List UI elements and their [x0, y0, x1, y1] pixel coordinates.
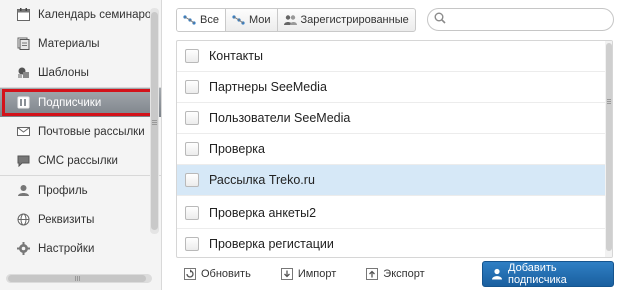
sidebar-item-label: Настройки — [38, 242, 95, 255]
import-icon — [280, 268, 293, 280]
sidebar-scrollbar-thumb[interactable] — [151, 12, 158, 230]
sidebar: Календарь семинаров Материалы Шаблоны По… — [0, 0, 162, 290]
list-item-label: Проверка анкеты2 — [209, 206, 317, 220]
sidebar-item-mail[interactable]: Почтовые рассылки — [0, 117, 161, 146]
tab-label: Зарегистрированные — [300, 14, 409, 26]
scrollbar-grip-icon — [75, 276, 76, 281]
templates-icon — [16, 66, 30, 80]
sidebar-item-requisites[interactable]: Реквизиты — [0, 205, 161, 234]
scrollbar-grip-icon — [607, 99, 611, 100]
list-item-selected[interactable]: Рассылка Treko.ru — [177, 165, 605, 196]
list-item-label: Рассылка Treko.ru — [209, 173, 315, 187]
sidebar-item-label: Шаблоны — [38, 66, 89, 79]
add-user-icon — [491, 268, 503, 280]
users-icon — [283, 14, 297, 26]
sidebar-item-subscribers[interactable]: Подписчики — [0, 88, 161, 117]
list-item[interactable]: Пользователи SeeMedia — [177, 103, 605, 134]
export-label: Экспорт — [383, 268, 425, 280]
list-item-label: Контакты — [209, 49, 263, 63]
materials-icon — [16, 37, 30, 51]
sidebar-item-label: Материалы — [38, 37, 100, 50]
sidebar-item-profile[interactable]: Профиль — [0, 176, 161, 205]
nav-group-seminars: Календарь семинаров Материалы Шаблоны — [0, 0, 161, 88]
list-item[interactable]: Проверка анкеты2 — [177, 198, 605, 229]
user-icon — [16, 184, 30, 198]
row-checkbox[interactable] — [185, 173, 199, 187]
gear-icon — [16, 242, 30, 256]
refresh-label: Обновить — [201, 268, 251, 280]
nav-group-mailing: Подписчики Почтовые рассылки СМС рассылк… — [0, 88, 161, 176]
row-checkbox[interactable] — [185, 80, 199, 94]
sidebar-item-materials[interactable]: Материалы — [0, 29, 161, 58]
sidebar-item-label: СМС рассылки — [38, 154, 118, 167]
sidebar-item-label: Реквизиты — [38, 213, 95, 226]
search-icon — [434, 11, 446, 29]
search-input[interactable] — [450, 13, 600, 26]
list-item[interactable]: Проверка регистации — [177, 229, 605, 257]
sidebar-item-label: Календарь семинаров — [38, 8, 158, 21]
calendar-icon — [16, 8, 30, 22]
export-button[interactable]: Экспорт — [366, 268, 425, 280]
tab-mine[interactable]: Мои — [226, 9, 278, 31]
list-item[interactable]: Партнеры SeeMedia — [177, 72, 605, 103]
network-icon — [183, 15, 196, 25]
filter-tabs: Все Мои Зарегистрированные — [176, 8, 416, 32]
row-checkbox[interactable] — [185, 111, 199, 125]
network-icon — [232, 15, 245, 25]
globe-icon — [16, 213, 30, 227]
bottom-toolbar: Обновить Импорт Экспорт — [176, 262, 447, 286]
tab-registered[interactable]: Зарегистрированные — [278, 9, 415, 31]
list-item-label: Проверка — [209, 142, 265, 156]
row-checkbox[interactable] — [185, 237, 199, 251]
sidebar-item-label: Почтовые рассылки — [38, 125, 145, 138]
sms-icon — [16, 154, 30, 168]
refresh-button[interactable]: Обновить — [184, 268, 251, 280]
list-item-label: Проверка регистации — [209, 237, 334, 251]
sidebar-item-label: Подписчики — [38, 96, 102, 109]
export-icon — [366, 268, 379, 280]
row-checkbox[interactable] — [185, 206, 199, 220]
mail-icon — [16, 125, 30, 139]
sidebar-item-calendar[interactable]: Календарь семинаров — [0, 0, 161, 29]
list-item-label: Пользователи SeeMedia — [209, 111, 351, 125]
tab-all[interactable]: Все — [177, 9, 226, 31]
refresh-icon — [184, 268, 196, 280]
sidebar-item-settings[interactable]: Настройки — [0, 234, 161, 263]
sidebar-hscrollbar-thumb[interactable] — [8, 275, 146, 282]
add-subscriber-button[interactable]: Добавить подписчика — [482, 261, 614, 287]
sidebar-item-templates[interactable]: Шаблоны — [0, 58, 161, 87]
sidebar-item-label: Профиль — [38, 184, 88, 197]
list-item[interactable]: Контакты — [177, 41, 605, 72]
import-label: Импорт — [297, 268, 337, 280]
row-checkbox[interactable] — [185, 49, 199, 63]
import-button[interactable]: Импорт — [280, 268, 337, 280]
subscribers-icon — [16, 96, 30, 110]
add-subscriber-label: Добавить подписчика — [508, 262, 567, 286]
subscriber-lists: Контакты Партнеры SeeMedia Пользователи … — [176, 40, 613, 258]
tab-label: Мои — [248, 14, 271, 26]
list-item-label: Партнеры SeeMedia — [209, 80, 327, 94]
sidebar-item-sms[interactable]: СМС рассылки — [0, 146, 161, 175]
list-item[interactable]: Проверка — [177, 134, 605, 165]
row-checkbox[interactable] — [185, 142, 199, 156]
search-box[interactable] — [427, 8, 614, 31]
tab-label: Все — [200, 14, 219, 26]
nav-group-account: Профиль Реквизиты Настройки — [0, 176, 161, 263]
scrollbar-grip-icon — [152, 120, 157, 121]
list-scrollbar-thumb[interactable] — [606, 43, 612, 251]
